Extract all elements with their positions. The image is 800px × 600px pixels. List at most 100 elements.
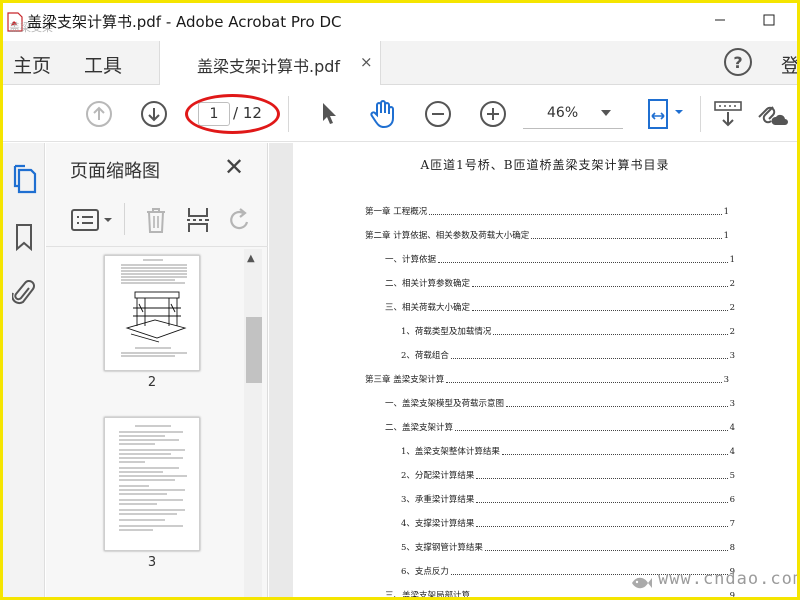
toc-leader-dots bbox=[446, 382, 722, 383]
toc-entry-text: 第一章 工程概况 bbox=[365, 207, 428, 217]
thumbnail-page-2[interactable] bbox=[104, 255, 200, 371]
toc-entry-page: 1 bbox=[723, 207, 729, 217]
bookmarks-button[interactable] bbox=[9, 221, 39, 253]
toc-entry[interactable]: 一、计算依据 1 bbox=[385, 253, 735, 265]
cloud-link-icon bbox=[758, 106, 788, 125]
toc-entry-text: 3、承重梁计算结果 bbox=[401, 495, 475, 505]
maximize-button[interactable] bbox=[754, 7, 784, 33]
attachments-button[interactable] bbox=[9, 277, 39, 309]
toc-entry-text: 二、相关计算参数确定 bbox=[385, 279, 471, 289]
toc-entry-text: 第三章 盖梁支架计算 bbox=[365, 375, 445, 385]
next-page-button[interactable] bbox=[139, 99, 169, 129]
toolbar-divider bbox=[700, 96, 701, 132]
toc-entry-text: 二、盖梁支架计算 bbox=[385, 423, 454, 433]
rotate-page-button[interactable] bbox=[226, 205, 254, 235]
toc-entry[interactable]: 1、盖梁支架整体计算结果 4 bbox=[401, 445, 735, 457]
toc-entry-page: 8 bbox=[729, 543, 735, 553]
toc-entry[interactable]: 三、相关荷载大小确定 2 bbox=[385, 301, 735, 313]
extract-page-button[interactable] bbox=[184, 205, 212, 235]
login-button[interactable]: 登 bbox=[781, 51, 797, 78]
toc-entry[interactable]: 二、相关计算参数确定 2 bbox=[385, 277, 735, 289]
toc-leader-dots bbox=[531, 238, 722, 239]
toc-entry[interactable]: 5、支撑钢管计算结果 8 bbox=[401, 541, 735, 553]
zoom-in-icon bbox=[480, 101, 506, 127]
toc-entry-text: 2、分配梁计算结果 bbox=[401, 471, 475, 481]
zoom-in-button[interactable] bbox=[478, 99, 508, 129]
trash-icon bbox=[147, 208, 165, 233]
toc-leader-dots bbox=[450, 358, 728, 359]
hand-tool-button[interactable] bbox=[368, 99, 398, 129]
delete-page-button[interactable] bbox=[142, 205, 170, 235]
minimize-button[interactable] bbox=[705, 7, 735, 33]
rotate-icon bbox=[230, 208, 249, 230]
toc-entry-page: 2 bbox=[729, 303, 735, 313]
arrow-up-circle-icon bbox=[86, 101, 112, 127]
zoom-out-icon bbox=[425, 101, 451, 127]
tab-bar: 主页 工具 盖梁支架计算书.pdf × ? 登 bbox=[3, 41, 797, 85]
scroll-up-icon[interactable]: ▲ bbox=[247, 253, 255, 264]
toc-entry[interactable]: 第二章 计算依据、相关参数及荷载大小确定 1 bbox=[365, 229, 729, 241]
thumbnail-options-button[interactable] bbox=[70, 205, 116, 235]
copy-pages-icon bbox=[13, 164, 37, 194]
title-bar: 盖梁支架 盖梁支架计算书.pdf - Adobe Acrobat Pro DC bbox=[3, 3, 797, 39]
toc-entry[interactable]: 2、分配梁计算结果 5 bbox=[401, 469, 735, 481]
select-tool-button[interactable] bbox=[314, 99, 344, 129]
document-view: A匝道1号桥、B匝道桥盖梁支架计算书目录 第一章 工程概况 1 第二章 计算依据、相… bbox=[269, 143, 797, 600]
toc-entry[interactable]: 第一章 工程概况 1 bbox=[365, 205, 729, 217]
keyboard-download-icon bbox=[714, 101, 742, 127]
zoom-dropdown[interactable]: 46% bbox=[523, 99, 623, 129]
app-window: 盖梁支架 盖梁支架计算书.pdf - Adobe Acrobat Pro DC … bbox=[0, 0, 800, 600]
toc-entry[interactable]: 2、荷载组合 3 bbox=[401, 349, 735, 361]
toc-entry[interactable]: 3、承重梁计算结果 6 bbox=[401, 493, 735, 505]
toc-entry[interactable]: 二、盖梁支架计算 4 bbox=[385, 421, 735, 433]
toc-entry-text: 三、盖梁支架局部计算 bbox=[385, 591, 471, 600]
toc-leader-dots bbox=[429, 214, 722, 215]
toc-entry-page: 1 bbox=[723, 231, 729, 241]
document-title: A匝道1号桥、B匝道桥盖梁支架计算书目录 bbox=[420, 158, 670, 172]
chevron-down-icon bbox=[601, 110, 611, 116]
toc-entry-text: 4、支撑梁计算结果 bbox=[401, 519, 475, 529]
toc-entry[interactable]: 一、盖梁支架模型及荷载示意图 3 bbox=[385, 397, 735, 409]
thumbnail-scrollbar[interactable]: ▲ bbox=[244, 249, 262, 597]
toc-entry-text: 1、荷载类型及加载情况 bbox=[401, 327, 492, 337]
toc-entry[interactable]: 三、盖梁支架局部计算 9 bbox=[385, 589, 735, 600]
toc-entry-text: 6、支点反力 bbox=[401, 567, 449, 577]
document-tab-label: 盖梁支架计算书.pdf bbox=[197, 57, 341, 76]
toc-leader-dots bbox=[476, 502, 728, 503]
nav-tools[interactable]: 工具 bbox=[84, 51, 122, 78]
toc-entry-page: 3 bbox=[729, 399, 735, 409]
toc-leader-dots bbox=[455, 430, 728, 431]
left-rail bbox=[3, 143, 45, 597]
page-thumbnails-button[interactable] bbox=[9, 163, 39, 195]
document-tab[interactable]: 盖梁支架计算书.pdf × bbox=[159, 41, 381, 85]
toc-entry[interactable]: 1、荷载类型及加载情况 2 bbox=[401, 325, 735, 337]
toc-leader-dots bbox=[472, 286, 728, 287]
zoom-out-button[interactable] bbox=[423, 99, 453, 129]
toolbar: 1 / 12 46% bbox=[3, 86, 797, 142]
watermark-text: www.cndao.com bbox=[658, 569, 800, 589]
toc-leader-dots bbox=[484, 550, 728, 551]
maximize-icon bbox=[763, 14, 775, 26]
toolbar-divider bbox=[288, 96, 289, 132]
previous-page-button[interactable] bbox=[84, 99, 114, 129]
toc-entry[interactable]: 4、支撑梁计算结果 7 bbox=[401, 517, 735, 529]
toc-leader-dots bbox=[506, 406, 728, 407]
help-button[interactable]: ? bbox=[724, 48, 752, 76]
toc-entry-page: 2 bbox=[729, 279, 735, 289]
close-tab-icon[interactable]: × bbox=[360, 53, 373, 71]
toc-entry-page: 3 bbox=[729, 351, 735, 361]
toc-entry[interactable]: 第三章 盖梁支架计算 3 bbox=[365, 373, 729, 385]
nav-home[interactable]: 主页 bbox=[13, 51, 51, 78]
panel-toolbar bbox=[46, 193, 268, 247]
scrollbar-thumb[interactable] bbox=[246, 317, 262, 383]
share-link-button[interactable] bbox=[755, 99, 789, 129]
panel-divider bbox=[124, 203, 125, 235]
cursor-arrow-icon bbox=[323, 103, 336, 124]
close-panel-icon[interactable]: ✕ bbox=[224, 153, 244, 181]
thumbnail-page-3[interactable] bbox=[104, 417, 200, 551]
window-title: 盖梁支架计算书.pdf - Adobe Acrobat Pro DC bbox=[27, 13, 342, 31]
keyboard-tool-button[interactable] bbox=[713, 99, 743, 129]
fit-page-button[interactable] bbox=[645, 99, 685, 129]
thumbnail-label: 3 bbox=[147, 555, 157, 570]
toc-entry-page: 5 bbox=[729, 471, 735, 481]
